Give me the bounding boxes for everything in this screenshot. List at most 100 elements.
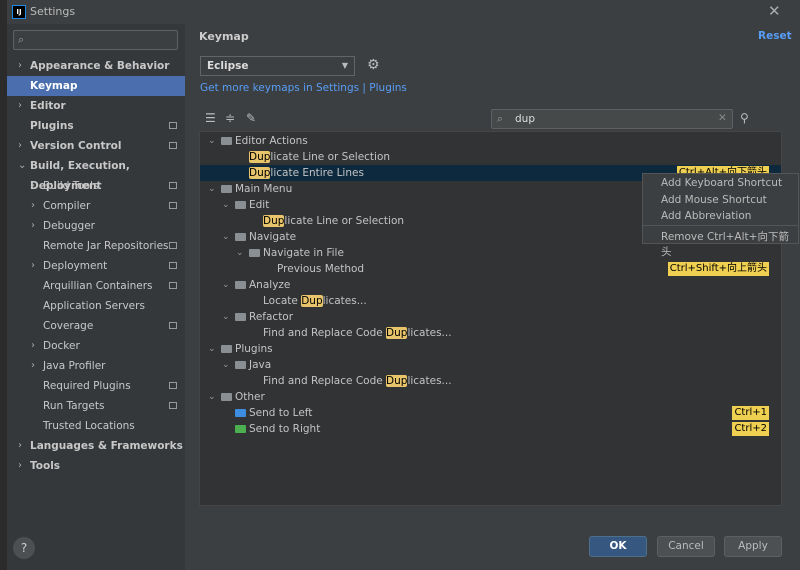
tree-row[interactable]: Locate Duplicates... bbox=[200, 293, 781, 309]
tree-row[interactable]: ⌄ Other bbox=[200, 389, 781, 405]
page-title: Keymap bbox=[199, 30, 249, 43]
chevron-right-icon[interactable]: › bbox=[18, 456, 22, 476]
sidebar-item[interactable]: Application Servers bbox=[7, 296, 185, 316]
sidebar-item[interactable]: Run Targets bbox=[7, 396, 185, 416]
tree-row[interactable]: Find and Replace Code Duplicates... bbox=[200, 325, 781, 341]
app-logo-icon: IJ bbox=[12, 5, 26, 19]
chevron-right-icon[interactable]: › bbox=[31, 256, 35, 276]
sidebar-item[interactable]: › Languages & Frameworks bbox=[7, 436, 185, 456]
tree-row[interactable]: ⌄ Java bbox=[200, 357, 781, 373]
folder-icon bbox=[221, 393, 232, 401]
chevron-right-icon[interactable]: › bbox=[31, 196, 35, 216]
sidebar-item-label: Compiler bbox=[43, 200, 91, 212]
project-settings-icon bbox=[169, 402, 177, 409]
shortcut-badge: Ctrl+Shift+向上箭头 bbox=[667, 262, 769, 276]
background-ide-strip bbox=[0, 0, 7, 570]
chevron-down-icon[interactable]: ⌄ bbox=[208, 341, 216, 357]
label-part: Send to Right bbox=[249, 423, 321, 435]
sidebar-item[interactable]: Remote Jar Repositories bbox=[7, 236, 185, 256]
label-part: Plugins bbox=[235, 343, 273, 355]
keymap-scheme-select[interactable]: Eclipse ▼ bbox=[200, 56, 355, 76]
chevron-down-icon[interactable]: ⌄ bbox=[208, 133, 216, 149]
chevron-right-icon[interactable]: › bbox=[31, 176, 35, 196]
cancel-button[interactable]: Cancel bbox=[657, 536, 715, 557]
sidebar-item[interactable]: Required Plugins bbox=[7, 376, 185, 396]
get-more-keymaps-link[interactable]: Get more keymaps in Settings | Plugins bbox=[200, 82, 407, 94]
chevron-down-icon[interactable]: ⌄ bbox=[222, 197, 230, 213]
sidebar-item[interactable]: › Docker bbox=[7, 336, 185, 356]
help-button[interactable]: ? bbox=[13, 537, 35, 559]
clear-icon[interactable]: ✕ bbox=[718, 112, 727, 124]
ok-button[interactable]: OK bbox=[589, 536, 647, 557]
settings-search-input[interactable]: ⌕ bbox=[13, 30, 178, 50]
label-part: licates... bbox=[407, 327, 452, 339]
label-part: Find and Replace Code bbox=[263, 327, 387, 339]
chevron-right-icon[interactable]: › bbox=[31, 336, 35, 356]
shortcut-badge: Ctrl+1 bbox=[732, 406, 769, 420]
chevron-down-icon[interactable]: ⌄ bbox=[222, 309, 230, 325]
sidebar-item[interactable]: Plugins bbox=[7, 116, 185, 136]
tree-row[interactable]: Previous Method Ctrl+Shift+向上箭头 bbox=[200, 261, 781, 277]
chevron-down-icon[interactable]: ⌄ bbox=[208, 389, 216, 405]
scheme-value: Eclipse bbox=[207, 60, 249, 72]
project-settings-icon bbox=[169, 262, 177, 269]
tree-row[interactable]: ⌄ Editor Actions bbox=[200, 133, 781, 149]
chevron-right-icon[interactable]: › bbox=[18, 96, 22, 116]
chevron-right-icon[interactable]: › bbox=[18, 136, 22, 156]
action-label: Previous Method bbox=[277, 261, 364, 277]
sidebar-item[interactable]: › Build Tools bbox=[7, 176, 185, 196]
sidebar-item[interactable]: Coverage bbox=[7, 316, 185, 336]
action-label: Duplicate Line or Selection bbox=[263, 213, 404, 229]
collapse-all-icon[interactable]: ≑ bbox=[225, 111, 235, 125]
chevron-right-icon[interactable]: › bbox=[18, 436, 22, 456]
sidebar-item-label: Required Plugins bbox=[43, 380, 131, 392]
expand-all-icon[interactable]: ☰ bbox=[205, 111, 216, 125]
sidebar-item[interactable]: › Deployment bbox=[7, 256, 185, 276]
menu-item-add-mouse-shortcut[interactable]: Add Mouse Shortcut bbox=[661, 194, 767, 206]
shortcut-badge: Ctrl+2 bbox=[732, 422, 769, 436]
menu-item-add-abbreviation[interactable]: Add Abbreviation bbox=[661, 210, 751, 222]
sidebar-item[interactable]: Keymap bbox=[7, 76, 185, 96]
tree-row[interactable]: ⌄ Analyze bbox=[200, 277, 781, 293]
tree-row[interactable]: Send to Left Ctrl+1 bbox=[200, 405, 781, 421]
edit-icon[interactable]: ✎ bbox=[246, 111, 256, 125]
sidebar-item[interactable]: › Debugger bbox=[7, 216, 185, 236]
keymap-filter-input[interactable]: ⌕ dup ✕ bbox=[491, 109, 733, 129]
reset-link[interactable]: Reset bbox=[758, 30, 792, 42]
sidebar-item[interactable]: › Java Profiler bbox=[7, 356, 185, 376]
menu-item-add-keyboard-shortcut[interactable]: Add Keyboard Shortcut bbox=[661, 177, 782, 189]
sidebar-item[interactable]: › Editor bbox=[7, 96, 185, 116]
sidebar-item[interactable]: › Compiler bbox=[7, 196, 185, 216]
match-highlight: Dup bbox=[301, 295, 323, 307]
match-highlight: Dup bbox=[386, 375, 408, 387]
label-part: Java bbox=[249, 359, 272, 371]
tree-row[interactable]: ⌄ Plugins bbox=[200, 341, 781, 357]
tree-row[interactable]: ⌄ Refactor bbox=[200, 309, 781, 325]
tree-row[interactable]: Send to Right Ctrl+2 bbox=[200, 421, 781, 437]
chevron-down-icon[interactable]: ⌄ bbox=[18, 156, 26, 176]
action-label: Plugins bbox=[235, 341, 273, 357]
action-label: Other bbox=[235, 389, 265, 405]
chevron-down-icon[interactable]: ⌄ bbox=[236, 245, 244, 261]
menu-item-remove-shortcut[interactable]: Remove Ctrl+Alt+向下箭头 bbox=[661, 229, 798, 259]
chevron-down-icon[interactable]: ⌄ bbox=[208, 181, 216, 197]
sidebar-item[interactable]: › Tools bbox=[7, 456, 185, 476]
chevron-down-icon[interactable]: ⌄ bbox=[222, 277, 230, 293]
match-highlight: Dup bbox=[263, 215, 285, 227]
tree-row[interactable]: Duplicate Line or Selection bbox=[200, 149, 781, 165]
chevron-right-icon[interactable]: › bbox=[31, 356, 35, 376]
close-icon[interactable]: ✕ bbox=[768, 2, 781, 20]
sidebar-item[interactable]: ⌄ Build, Execution, Deployment bbox=[7, 156, 185, 192]
sidebar-item[interactable]: Arquillian Containers bbox=[7, 276, 185, 296]
apply-button[interactable]: Apply bbox=[724, 536, 782, 557]
sidebar-item[interactable]: › Version Control bbox=[7, 136, 185, 156]
chevron-down-icon[interactable]: ⌄ bbox=[222, 229, 230, 245]
sidebar-item[interactable]: › Appearance & Behavior bbox=[7, 56, 185, 76]
chevron-down-icon[interactable]: ⌄ bbox=[222, 357, 230, 373]
tree-row[interactable]: Find and Replace Code Duplicates... bbox=[200, 373, 781, 389]
chevron-right-icon[interactable]: › bbox=[31, 216, 35, 236]
gear-icon[interactable]: ⚙ bbox=[367, 57, 380, 73]
sidebar-item[interactable]: Trusted Locations bbox=[7, 416, 185, 436]
chevron-right-icon[interactable]: › bbox=[18, 56, 22, 76]
find-by-shortcut-icon[interactable]: ⚲ bbox=[740, 111, 749, 125]
